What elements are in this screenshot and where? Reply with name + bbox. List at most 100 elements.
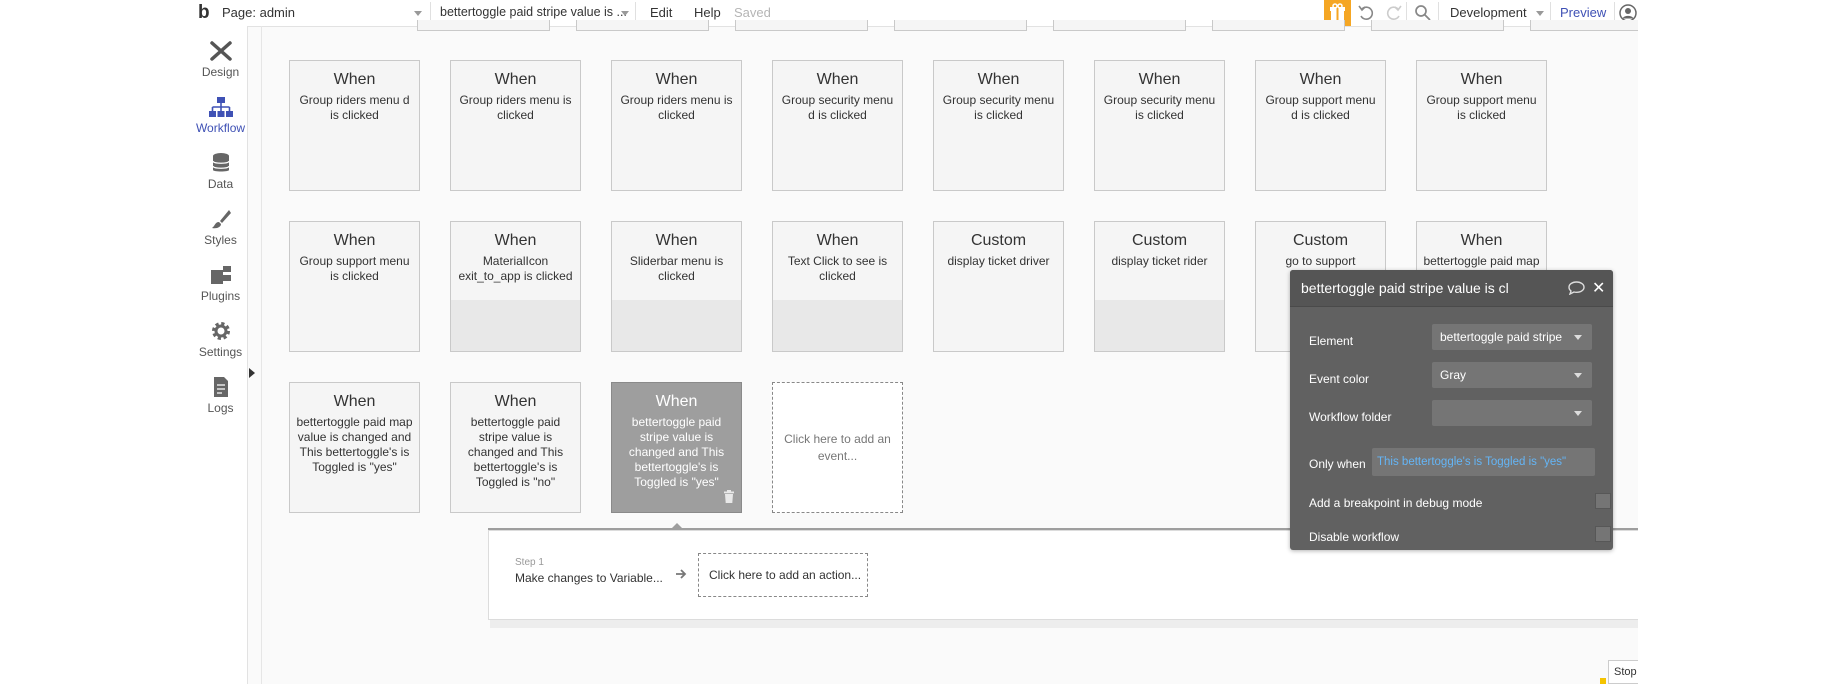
event-keyword: Custom — [1292, 232, 1349, 249]
chevron-down-icon — [1574, 411, 1582, 416]
event-card-partial[interactable] — [894, 20, 1027, 31]
event-keyword: When — [1460, 71, 1503, 88]
event-card[interactable]: When Group security menu is clicked — [933, 60, 1064, 191]
event-keyword: When — [333, 71, 376, 88]
bubble-logo[interactable]: b — [198, 0, 210, 26]
event-keyword: When — [655, 393, 698, 410]
event-keyword: When — [977, 71, 1020, 88]
step-label: Step 1 — [515, 557, 544, 568]
sidebar-item-label: Logs — [207, 401, 234, 415]
sidebar-item-styles[interactable]: Styles — [194, 202, 247, 252]
breakpoint-checkbox[interactable] — [1595, 493, 1611, 509]
event-card[interactable]: Custom display ticket driver — [933, 221, 1064, 352]
event-description: Group support menu is clicked — [299, 254, 410, 283]
page-selector[interactable]: Page: admin — [222, 0, 295, 26]
event-property-panel: bettertoggle paid stripe value is cl ✕ E… — [1290, 270, 1613, 550]
close-icon[interactable]: ✕ — [1592, 278, 1605, 298]
sidebar-item-label: Settings — [198, 345, 243, 359]
page-selector-label: Page: admin — [222, 5, 295, 20]
event-card[interactable]: When Group riders menu d is clicked — [289, 60, 420, 191]
event-keyword: When — [494, 393, 537, 410]
event-card[interactable]: When Group support menu is clicked — [289, 221, 420, 352]
comment-icon[interactable] — [1568, 281, 1585, 300]
only-when-condition[interactable]: This bettertoggle's is Toggled is "yes" — [1372, 448, 1595, 476]
chevron-down-icon — [1536, 11, 1544, 16]
event-keyword: Custom — [970, 232, 1027, 249]
event-keyword: Custom — [1131, 232, 1188, 249]
workflow-selector-label: bettertoggle paid stripe value is ... — [440, 5, 627, 19]
canvas-divider — [261, 26, 262, 684]
event-keyword: When — [655, 71, 698, 88]
event-card-partial[interactable] — [576, 20, 709, 31]
event-description: go to support — [1285, 254, 1356, 268]
event-description: Sliderbar menu is clicked — [629, 254, 724, 283]
event-card[interactable]: When Group security menu is clicked — [1094, 60, 1225, 191]
event-card-selected[interactable]: When bettertoggle paid stripe value is c… — [611, 382, 742, 513]
add-event-label: Click here to add an event... — [784, 432, 891, 463]
event-card[interactable]: When Group riders menu is clicked — [450, 60, 581, 191]
panel-title: bettertoggle paid stripe value is cl — [1301, 280, 1509, 296]
event-card-partial[interactable] — [1530, 20, 1638, 31]
sidebar-item-settings[interactable]: Settings — [194, 314, 247, 364]
event-card[interactable]: When Group support menu is clicked — [1416, 60, 1547, 191]
element-dropdown[interactable]: bettertoggle paid stripe — [1432, 324, 1592, 350]
stop-button[interactable]: Stop — [1608, 660, 1638, 684]
sidebar-item-data[interactable]: Data — [194, 146, 247, 196]
event-keyword: When — [1138, 71, 1181, 88]
disable-workflow-label: Disable workflow — [1309, 530, 1400, 544]
event-card-partial[interactable] — [1371, 20, 1504, 31]
event-description: Group security menu is clicked — [1103, 93, 1216, 122]
brush-icon — [211, 210, 231, 229]
sidebar-item-design[interactable]: Design — [194, 34, 247, 84]
chevron-down-icon — [414, 11, 422, 16]
drag-ghost — [1095, 300, 1224, 351]
sidebar-item-label: Design — [201, 65, 240, 79]
add-action-button[interactable]: Click here to add an action... — [698, 553, 868, 597]
event-card[interactable]: When bettertoggle paid map value is chan… — [289, 382, 420, 513]
chevron-down-icon — [621, 11, 629, 16]
event-card[interactable]: When Group riders menu is clicked — [611, 60, 742, 191]
database-icon — [211, 153, 230, 172]
event-card[interactable]: When Text Click to see is clicked — [772, 221, 903, 352]
event-card[interactable]: Custom display ticket rider — [1094, 221, 1225, 352]
event-card-partial[interactable] — [735, 20, 868, 31]
chevron-down-icon — [1574, 335, 1582, 340]
event-card-partial[interactable] — [1053, 20, 1186, 31]
trash-icon[interactable] — [723, 490, 735, 508]
element-value: bettertoggle paid stripe — [1440, 330, 1563, 344]
event-card-partial[interactable] — [417, 20, 550, 31]
event-description: Group riders menu is clicked — [459, 93, 572, 122]
event-card[interactable]: When Group security menu d is clicked — [772, 60, 903, 191]
bubble-editor: b Page: admin bettertoggle paid stripe v… — [194, 0, 1638, 684]
event-keyword: When — [1299, 71, 1342, 88]
event-color-value: Gray — [1440, 368, 1467, 382]
sidebar-item-plugins[interactable]: Plugins — [194, 258, 247, 308]
event-keyword: When — [494, 232, 537, 249]
gear-icon — [211, 322, 230, 340]
event-card-partial[interactable] — [1212, 20, 1345, 31]
event-keyword: When — [333, 393, 376, 410]
event-color-dropdown[interactable]: Gray — [1432, 362, 1592, 388]
document-icon — [213, 377, 228, 397]
event-card[interactable]: When MaterialIcon exit_to_app is clicked — [450, 221, 581, 352]
add-event-button[interactable]: Click here to add an event... — [772, 382, 903, 513]
sidebar-item-workflow[interactable]: Workflow — [194, 90, 247, 140]
event-description: bettertoggle paid stripe value is change… — [628, 415, 725, 489]
step-action[interactable]: Make changes to Variable... — [515, 571, 663, 585]
event-description: Group support menu is clicked — [1426, 93, 1537, 122]
expand-arrow-icon[interactable] — [249, 368, 255, 378]
event-keyword: When — [816, 232, 859, 249]
chevron-down-icon — [1574, 373, 1582, 378]
event-card[interactable]: When Group support menu d is clicked — [1255, 60, 1386, 191]
event-keyword: When — [494, 71, 537, 88]
sidebar-item-label: Styles — [204, 233, 237, 247]
disable-workflow-checkbox[interactable] — [1595, 526, 1611, 542]
sidebar-item-label: Plugins — [200, 289, 241, 303]
sidebar-item-logs[interactable]: Logs — [194, 370, 247, 420]
event-card[interactable]: When bettertoggle paid stripe value is c… — [450, 382, 581, 513]
event-description: MaterialIcon exit_to_app is clicked — [458, 254, 573, 283]
event-card[interactable]: When Sliderbar menu is clicked — [611, 221, 742, 352]
sidebar-item-label: Data — [207, 177, 234, 191]
workflow-folder-dropdown[interactable] — [1432, 400, 1592, 426]
event-description: Group riders menu d is clicked — [299, 93, 410, 122]
